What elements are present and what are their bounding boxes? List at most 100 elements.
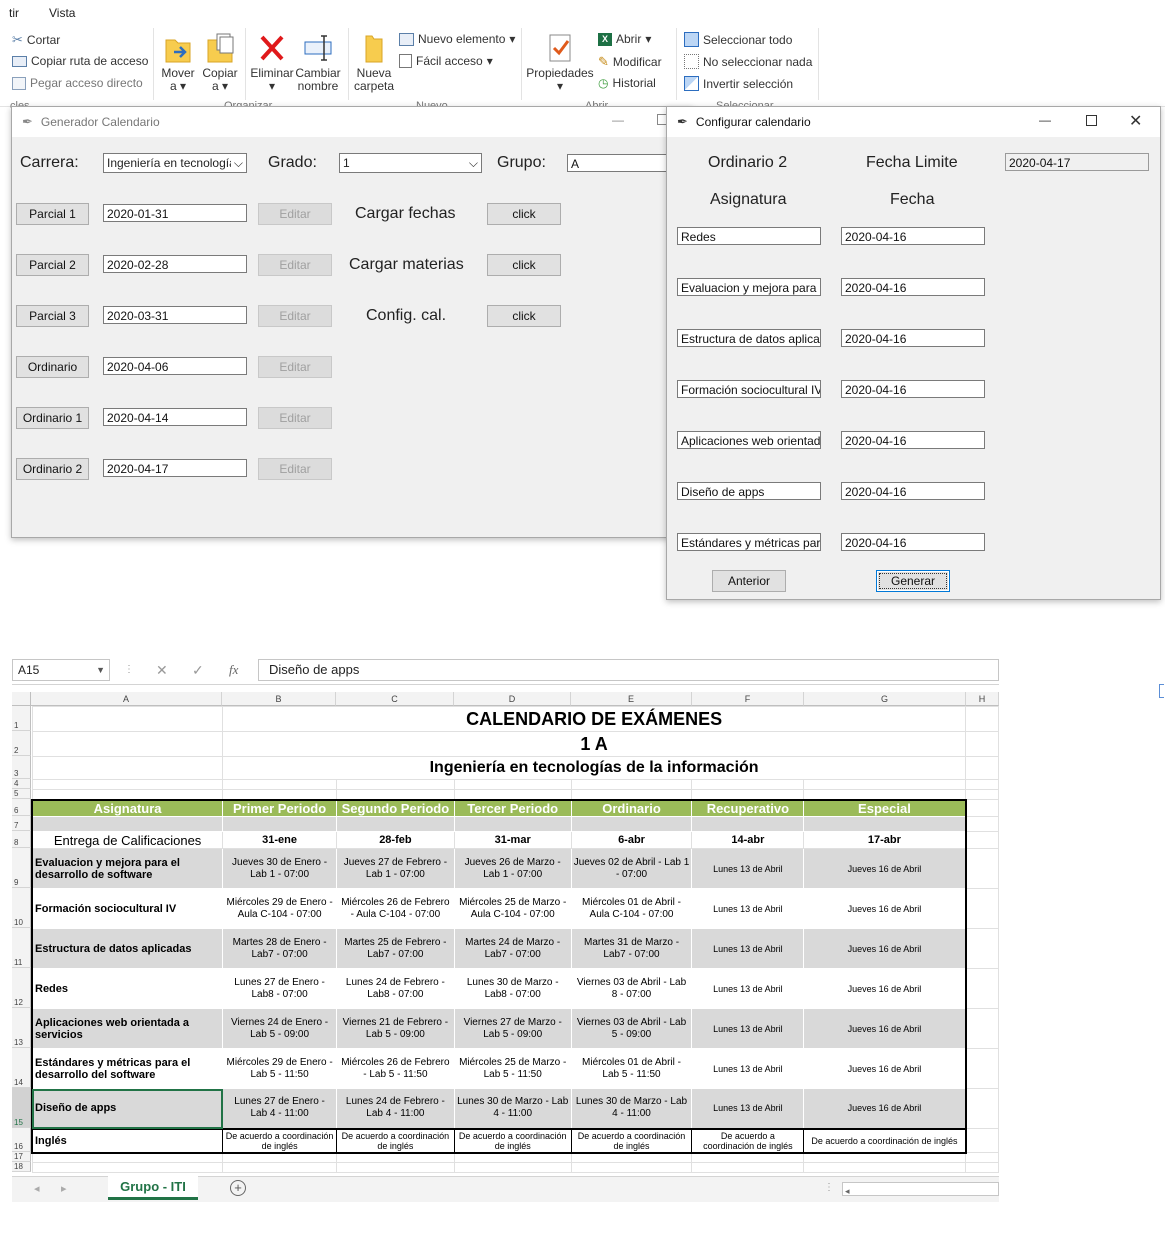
add-sheet-icon[interactable]: + <box>230 1180 246 1196</box>
cargar-materias-button[interactable]: click <box>487 254 561 276</box>
parcial-3-button[interactable]: Parcial 3 <box>16 305 89 327</box>
column-title-4[interactable]: Ordinario <box>570 798 693 817</box>
subject-date-input-1[interactable]: 2020-04-16 <box>841 227 985 245</box>
fx-icon[interactable]: fx <box>229 662 238 678</box>
ordinario-1-button[interactable]: Ordinario 1 <box>16 407 89 429</box>
exam-cell[interactable]: Lunes 13 de Abril <box>691 848 805 889</box>
row-header-7[interactable]: 7 <box>12 816 31 831</box>
ordinario-edit-button[interactable]: Editar <box>258 356 332 378</box>
cell[interactable] <box>570 779 693 790</box>
cell[interactable] <box>31 1162 224 1173</box>
grupo-input[interactable]: A <box>567 154 667 172</box>
column-header-c[interactable]: C <box>336 692 454 706</box>
select-all-button[interactable]: Seleccionar todo <box>684 32 792 47</box>
ordinario-2-date-input[interactable]: 2020-04-17 <box>103 459 247 477</box>
row-header-10[interactable]: 10 <box>12 888 31 928</box>
cell[interactable] <box>31 816 224 832</box>
parcial-3-date-input[interactable]: 2020-03-31 <box>103 306 247 324</box>
new-item-button[interactable]: Nuevo elemento ▾ <box>399 32 515 46</box>
new-folder-button[interactable]: Nueva carpeta <box>352 32 396 93</box>
delivery-date[interactable]: 31-ene <box>222 831 337 849</box>
subject-cell[interactable]: Inglés <box>31 1127 224 1154</box>
exam-cell[interactable]: Miércoles 25 de Marzo - Aula C-104 - 07:… <box>453 888 572 929</box>
exam-cell[interactable]: Jueves 16 de Abril <box>803 1048 967 1089</box>
exam-cell[interactable]: Jueves 16 de Abril <box>803 888 967 929</box>
row-header-8[interactable]: 8 <box>12 831 31 848</box>
subject-date-input-2[interactable]: 2020-04-16 <box>841 278 985 296</box>
cell[interactable] <box>570 1162 693 1173</box>
cell[interactable] <box>31 756 224 780</box>
scroll-left-icon[interactable]: ◂ <box>34 1182 40 1195</box>
cell[interactable] <box>691 1152 805 1163</box>
exam-cell[interactable]: Viernes 03 de Abril - Lab 8 - 07:00 <box>570 968 693 1009</box>
cargar-fechas-button[interactable]: click <box>487 203 561 225</box>
parcial-2-edit-button[interactable]: Editar <box>258 254 332 276</box>
exam-cell[interactable]: Jueves 16 de Abril <box>803 1088 967 1129</box>
cell[interactable] <box>335 1152 455 1163</box>
column-header-d[interactable]: D <box>454 692 571 706</box>
row-header-13[interactable]: 13 <box>12 1008 31 1048</box>
cell[interactable] <box>453 816 572 832</box>
row-header-11[interactable]: 11 <box>12 928 31 968</box>
cell[interactable] <box>965 831 999 849</box>
cell[interactable] <box>965 888 999 929</box>
exam-cell[interactable]: Viernes 03 de Abril - Lab 5 - 09:00 <box>570 1008 693 1049</box>
cell[interactable] <box>570 1152 693 1163</box>
cell[interactable] <box>570 789 693 800</box>
cell[interactable] <box>335 816 455 832</box>
exam-cell[interactable]: Lunes 24 de Febrero - Lab 4 - 11:00 <box>335 1088 455 1129</box>
row-header-1[interactable]: 1 <box>12 706 31 731</box>
exam-cell[interactable]: De acuerdo a coordinación de inglés <box>453 1127 572 1154</box>
parcial-3-edit-button[interactable]: Editar <box>258 305 332 327</box>
exam-cell[interactable]: Lunes 13 de Abril <box>691 1088 805 1129</box>
history-button[interactable]: ◷ Historial <box>598 76 656 90</box>
ordinario-2-edit-button[interactable]: Editar <box>258 458 332 480</box>
ordinario-2-button[interactable]: Ordinario 2 <box>16 458 89 480</box>
minimize-icon[interactable]: — <box>612 113 624 127</box>
subject-input-3[interactable]: Estructura de datos aplicadas <box>677 329 821 347</box>
cut-button[interactable]: ✂ Cortar <box>12 32 60 48</box>
cell[interactable] <box>965 928 999 969</box>
ordinario-button[interactable]: Ordinario <box>16 356 89 378</box>
row-header-4[interactable]: 4 <box>12 779 31 789</box>
exam-cell[interactable]: Lunes 27 de Enero - Lab8 - 07:00 <box>222 968 337 1009</box>
career-title[interactable]: Ingeniería en tecnologías de la informac… <box>222 756 967 780</box>
cell[interactable] <box>965 1088 999 1129</box>
subject-input-2[interactable]: Evaluacion y mejora para el <box>677 278 821 296</box>
subject-cell[interactable]: Diseño de apps <box>31 1088 224 1129</box>
subject-cell[interactable]: Formación sociocultural IV <box>31 888 224 929</box>
exam-cell[interactable]: Martes 31 de Marzo - Lab7 - 07:00 <box>570 928 693 969</box>
parcial-2-button[interactable]: Parcial 2 <box>16 254 89 276</box>
move-to-button[interactable]: Mover a ▾ <box>158 32 198 93</box>
column-header-g[interactable]: G <box>804 692 966 706</box>
rename-button[interactable]: Cambiar nombre <box>295 32 341 93</box>
select-none-button[interactable]: No seleccionar nada <box>684 54 812 69</box>
row-header-17[interactable]: 17 <box>12 1152 31 1162</box>
carrera-combobox[interactable]: Ingeniería en tecnologías ⌵ <box>103 153 247 173</box>
open-button[interactable]: X Abrir ▾ <box>598 32 651 46</box>
subject-date-input-5[interactable]: 2020-04-16 <box>841 431 985 449</box>
exam-cell[interactable]: De acuerdo a coordinación de inglés <box>335 1127 455 1154</box>
generar-button[interactable]: Generar <box>876 570 950 592</box>
cell[interactable] <box>965 789 999 800</box>
subject-cell[interactable]: Redes <box>31 968 224 1009</box>
delivery-date[interactable]: 28-feb <box>335 831 455 849</box>
column-title-0[interactable]: Asignatura <box>31 798 224 817</box>
row-header-14[interactable]: 14 <box>12 1048 31 1088</box>
exam-cell[interactable]: Lunes 13 de Abril <box>691 968 805 1009</box>
exam-cell[interactable]: Jueves 27 de Febrero - Lab 1 - 07:00 <box>335 848 455 889</box>
cell[interactable] <box>965 1152 999 1163</box>
group-title[interactable]: 1 A <box>222 731 967 757</box>
cell[interactable] <box>570 816 693 832</box>
exam-cell[interactable]: Martes 24 de Marzo - Lab7 - 07:00 <box>453 928 572 969</box>
cell[interactable] <box>222 779 337 790</box>
cell[interactable] <box>31 779 224 790</box>
subject-cell[interactable]: Aplicaciones web orientada a servicios <box>31 1008 224 1049</box>
row-header-15[interactable]: 15 <box>12 1088 31 1128</box>
subject-cell[interactable]: Estructura de datos aplicadas <box>31 928 224 969</box>
subject-input-6[interactable]: Diseño de apps <box>677 482 821 500</box>
subject-date-input-6[interactable]: 2020-04-16 <box>841 482 985 500</box>
cell[interactable] <box>31 1152 224 1163</box>
cell[interactable] <box>691 816 805 832</box>
scroll-right-icon[interactable]: ▸ <box>61 1182 67 1195</box>
